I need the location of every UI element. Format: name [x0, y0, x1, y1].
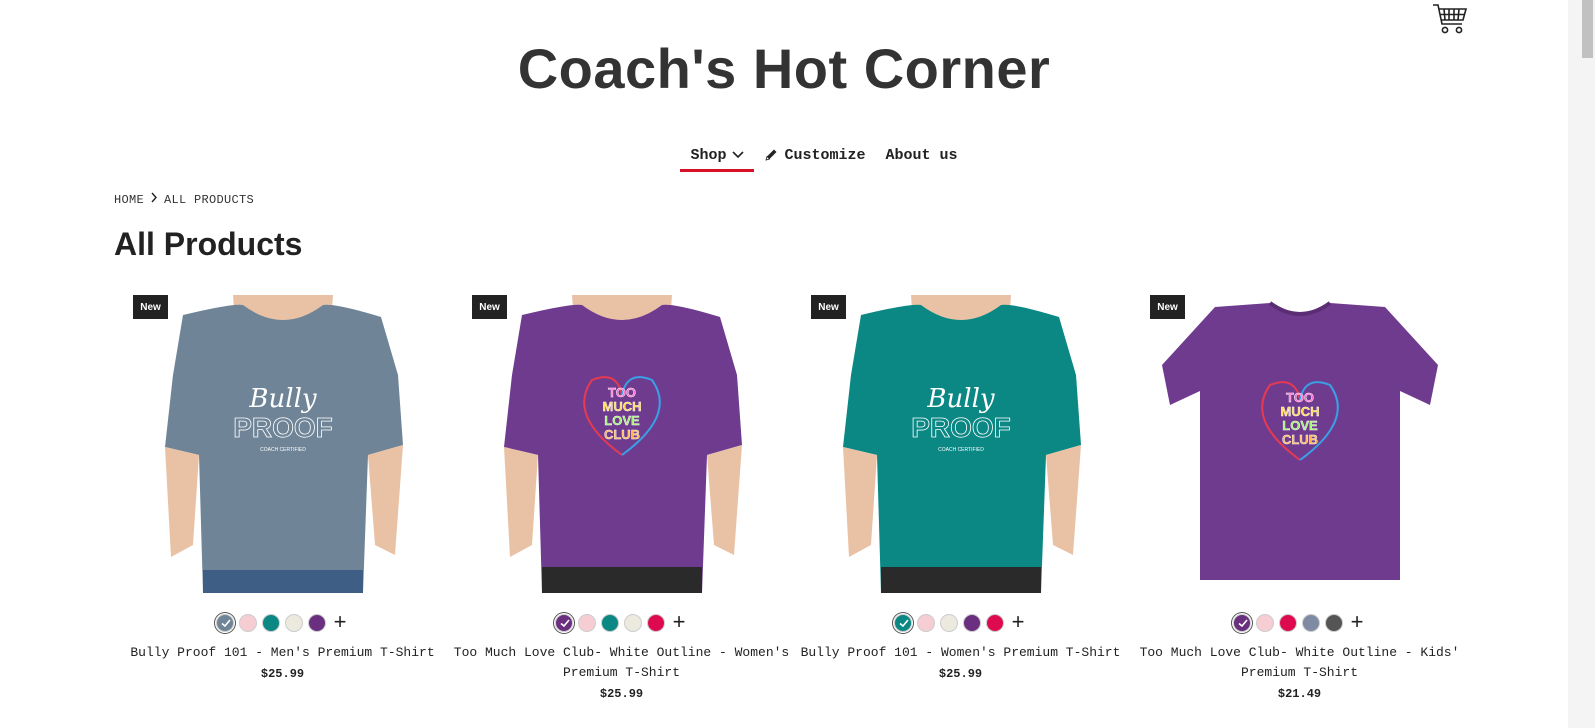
more-colors-plus-icon[interactable]: + — [1009, 611, 1027, 633]
svg-text:COACH CERTIFIED: COACH CERTIFIED — [938, 447, 984, 453]
product-info[interactable]: Too Much Love Club- White Outline - Wome… — [452, 643, 791, 704]
product-name[interactable]: Bully Proof 101 - Women's Premium T-Shir… — [801, 645, 1121, 660]
new-badge: New — [133, 295, 168, 319]
product-info[interactable]: Bully Proof 101 - Women's Premium T-Shir… — [791, 643, 1130, 684]
product-name[interactable]: Too Much Love Club- White Outline - Kids… — [1140, 645, 1460, 680]
product-image[interactable]: Bully PROOF COACH CERTIFIED — [791, 295, 1130, 593]
product-price: $25.99 — [938, 667, 983, 681]
product-image[interactable]: TOO MUCH LOVE CLUB — [452, 295, 791, 593]
more-colors-plus-icon[interactable]: + — [1348, 611, 1366, 633]
product-image[interactable]: TOO MUCH LOVE CLUB — [1130, 295, 1469, 593]
color-swatch[interactable] — [239, 614, 257, 632]
svg-text:LOVE: LOVE — [604, 413, 640, 428]
breadcrumb-current: ALL PRODUCTS — [164, 192, 255, 207]
nav-about[interactable]: About us — [876, 138, 968, 172]
svg-text:PROOF: PROOF — [911, 412, 1011, 443]
product-price: $21.49 — [1277, 687, 1322, 701]
color-swatch[interactable] — [1233, 614, 1251, 632]
nav-customize[interactable]: Customize — [754, 138, 875, 172]
product-image[interactable]: Bully PROOF COACH CERTIFIED — [113, 295, 452, 593]
color-swatch[interactable] — [578, 614, 596, 632]
color-swatch[interactable] — [601, 614, 619, 632]
check-icon — [899, 619, 909, 628]
color-swatch[interactable] — [986, 614, 1004, 632]
product-info[interactable]: Bully Proof 101 - Men's Premium T-Shirt $… — [113, 643, 452, 684]
color-swatch[interactable] — [216, 614, 234, 632]
new-badge: New — [811, 295, 846, 319]
color-swatches: + — [452, 611, 791, 633]
product-name[interactable]: Too Much Love Club- White Outline - Wome… — [454, 645, 789, 680]
more-colors-plus-icon[interactable]: + — [331, 611, 349, 633]
color-swatch[interactable] — [624, 614, 642, 632]
color-swatch[interactable] — [262, 614, 280, 632]
color-swatch[interactable] — [647, 614, 665, 632]
svg-text:CLUB: CLUB — [1282, 432, 1318, 447]
color-swatch[interactable] — [894, 614, 912, 632]
product-price: $25.99 — [599, 687, 644, 701]
color-swatches: + — [113, 611, 452, 633]
nav-about-label: About us — [885, 146, 958, 164]
shopping-cart-icon[interactable] — [1432, 2, 1468, 36]
check-icon — [560, 619, 570, 628]
color-swatch[interactable] — [940, 614, 958, 632]
svg-text:TOO: TOO — [1286, 390, 1314, 405]
new-badge: New — [1150, 295, 1185, 319]
svg-text:TOO: TOO — [608, 385, 636, 400]
svg-text:LOVE: LOVE — [1282, 418, 1318, 433]
product-card[interactable]: TOO MUCH LOVE CLUB New + Too Much Love Club- W… — [452, 295, 791, 715]
scrollbar[interactable] — [1568, 0, 1595, 728]
page-title: All Products — [114, 226, 303, 262]
pencil-icon — [764, 148, 778, 162]
svg-text:MUCH: MUCH — [603, 399, 642, 414]
product-card[interactable]: Bully PROOF COACH CERTIFIED New + Bully Proof… — [113, 295, 452, 715]
svg-text:CLUB: CLUB — [604, 427, 640, 442]
color-swatches: + — [1130, 611, 1469, 633]
new-badge: New — [472, 295, 507, 319]
color-swatch[interactable] — [1325, 614, 1343, 632]
color-swatch[interactable] — [917, 614, 935, 632]
color-swatch[interactable] — [963, 614, 981, 632]
svg-text:PROOF: PROOF — [233, 412, 333, 443]
color-swatches: + — [791, 611, 1130, 633]
product-card[interactable]: Bully PROOF COACH CERTIFIED New + Bully Proof… — [791, 295, 1130, 715]
color-swatch[interactable] — [308, 614, 326, 632]
scrollbar-thumb[interactable] — [1582, 0, 1593, 58]
color-swatch[interactable] — [1279, 614, 1297, 632]
main-nav: Shop Customize About us — [0, 138, 1568, 172]
product-grid: Bully PROOF COACH CERTIFIED New + Bully Proof… — [113, 295, 1469, 728]
chevron-right-icon — [150, 192, 158, 207]
color-swatch[interactable] — [285, 614, 303, 632]
product-card[interactable]: TOO MUCH LOVE CLUB New + Too Much Love Club- W… — [1130, 295, 1469, 715]
svg-text:MUCH: MUCH — [1281, 404, 1320, 419]
color-swatch[interactable] — [1256, 614, 1274, 632]
chevron-down-icon — [732, 151, 745, 159]
nav-shop-label: Shop — [690, 146, 727, 164]
color-swatch[interactable] — [555, 614, 573, 632]
breadcrumb-home[interactable]: HOME — [114, 193, 144, 207]
more-colors-plus-icon[interactable]: + — [670, 611, 688, 633]
svg-text:Bully: Bully — [926, 384, 994, 414]
check-icon — [1238, 619, 1248, 628]
product-name[interactable]: Bully Proof 101 - Men's Premium T-Shirt — [130, 645, 434, 660]
breadcrumb: HOME ALL PRODUCTS — [114, 192, 254, 207]
nav-customize-label: Customize — [784, 146, 866, 164]
product-info[interactable]: Too Much Love Club- White Outline - Kids… — [1130, 643, 1469, 704]
nav-shop[interactable]: Shop — [680, 138, 755, 172]
site-title[interactable]: Coach's Hot Corner — [0, 36, 1568, 101]
product-price: $25.99 — [260, 667, 305, 681]
svg-text:Bully: Bully — [248, 384, 316, 414]
svg-text:COACH CERTIFIED: COACH CERTIFIED — [260, 447, 306, 453]
check-icon — [221, 619, 231, 628]
color-swatch[interactable] — [1302, 614, 1320, 632]
